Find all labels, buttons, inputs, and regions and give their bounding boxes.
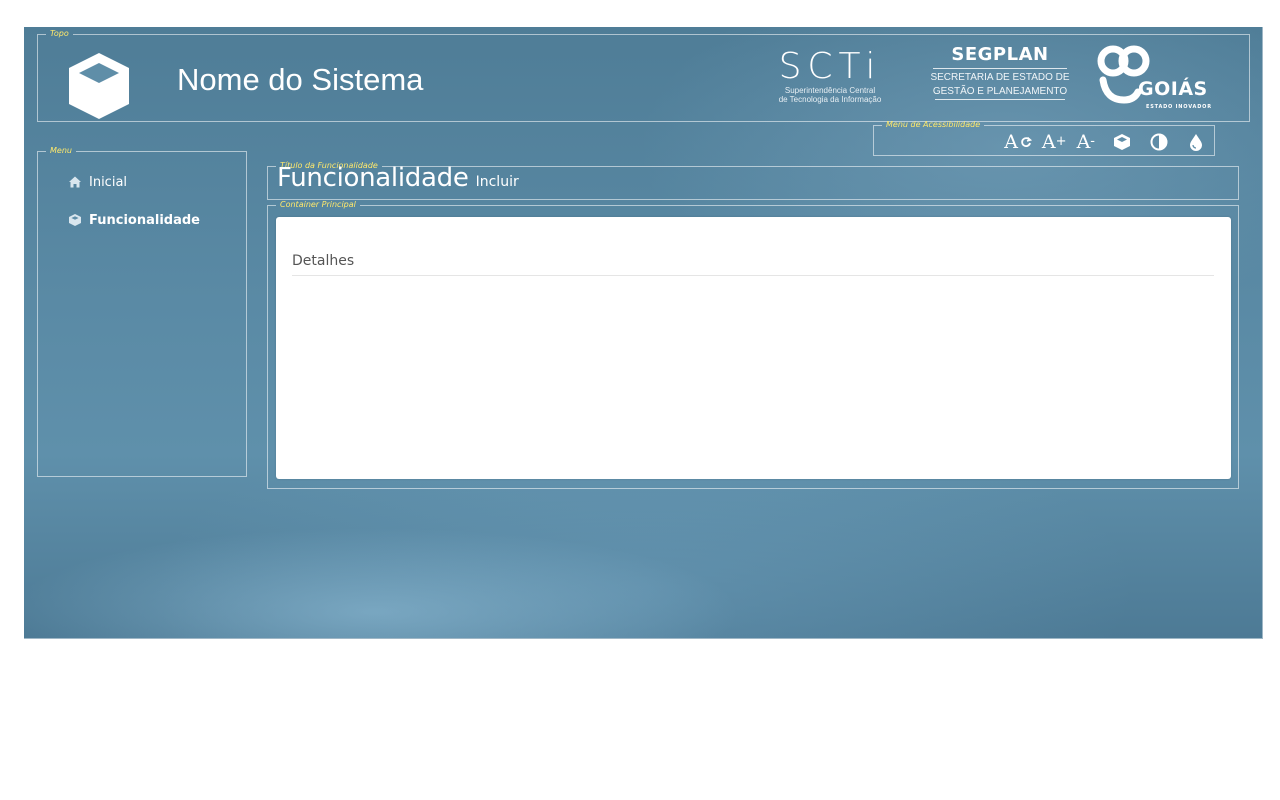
app-window: Topo Nome do Sistema SCTi Superintendênc…	[24, 27, 1263, 639]
main-legend: Container Principal	[280, 200, 356, 209]
font-reset-letter: A	[1004, 131, 1018, 153]
goias-logo-word: GOIÁS	[1138, 78, 1208, 100]
sidebar-item-label: Funcionalidade	[89, 212, 200, 228]
segplan-logo-word: SEGPLAN	[933, 44, 1067, 69]
home-icon	[69, 176, 81, 188]
page-title: Funcionalidade	[277, 163, 469, 193]
font-decrease-sign: -	[1090, 134, 1095, 149]
sidebar-menu: Menu Inicial Funcionalidade	[37, 147, 247, 477]
header-legend: Topo	[50, 29, 69, 38]
accessibility-menu: Menu de Acessibilidade A A + A -	[873, 121, 1215, 156]
font-increase-letter: A	[1041, 131, 1056, 153]
font-increase-button[interactable]: A +	[1042, 131, 1067, 153]
main-container: Container Principal Detalhes	[267, 201, 1239, 489]
content-panel: Detalhes	[276, 217, 1231, 479]
menu-legend: Menu	[50, 146, 72, 155]
refresh-icon	[1021, 136, 1032, 147]
font-decrease-letter: A	[1076, 131, 1091, 153]
scti-logo-line1: Superintendência Central	[784, 86, 876, 95]
accessibility-toolbar: A A + A -	[994, 131, 1206, 153]
sidebar-item-inicial[interactable]: Inicial	[68, 163, 200, 201]
menu-list: Inicial Funcionalidade	[68, 163, 200, 239]
panel-heading: Detalhes	[292, 253, 1214, 276]
goias-logo-tagline: ESTADO INOVADOR	[1146, 104, 1212, 110]
drop-icon[interactable]	[1186, 132, 1206, 152]
page-title-wrap: Funcionalidade Incluir	[277, 163, 519, 193]
font-decrease-button[interactable]: A -	[1077, 131, 1095, 153]
segplan-divider	[935, 99, 1065, 100]
segplan-logo-line2: GESTÃO E PLANEJAMENTO	[932, 86, 1068, 97]
page-subtitle: Incluir	[475, 174, 519, 190]
segplan-logo-line1: SECRETARIA DE ESTADO DE	[930, 72, 1070, 83]
header-frame: Topo Nome do Sistema SCTi Superintendênc…	[37, 30, 1250, 122]
font-increase-sign: +	[1055, 134, 1067, 149]
font-reset-button[interactable]: A	[1004, 131, 1032, 153]
sidebar-item-funcionalidade[interactable]: Funcionalidade	[68, 201, 200, 239]
scti-logo-word: SCTi	[778, 46, 882, 87]
goias-logo: GOIÁS ESTADO INOVADOR	[1096, 44, 1216, 116]
system-name: Nome do Sistema	[177, 62, 424, 97]
cube-icon[interactable]	[1112, 132, 1132, 152]
cube-icon	[69, 53, 129, 119]
scti-logo-line2: de Tecnologia da Informação	[778, 95, 882, 104]
segplan-logo: SEGPLAN SECRETARIA DE ESTADO DE GESTÃO E…	[929, 44, 1071, 114]
accessibility-legend: Menu de Acessibilidade	[886, 120, 981, 129]
cube-icon	[69, 214, 81, 226]
contrast-icon[interactable]	[1149, 132, 1169, 152]
title-frame: Título da Funcionalidade Funcionalidade …	[267, 162, 1239, 200]
sidebar-item-label: Inicial	[89, 174, 128, 190]
scti-logo: SCTi Superintendência Central de Tecnolo…	[760, 48, 900, 114]
